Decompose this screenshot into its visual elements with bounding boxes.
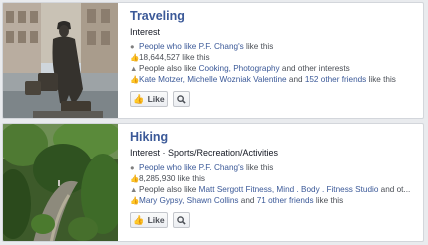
search-icon: [177, 94, 186, 104]
interest-links[interactable]: Matt Sergott Fitness, Mind . Body . Fitn…: [199, 185, 379, 194]
page-title[interactable]: Hiking: [130, 130, 419, 145]
thumb-up-icon: 👍: [133, 93, 145, 104]
interest-links[interactable]: Cooking, Photography: [199, 64, 280, 73]
friends-like-line: 👍Kate Motzer, Michelle Wozniak Valentine…: [130, 75, 396, 84]
traveling-thumbnail[interactable]: [3, 3, 118, 118]
thumb-up-icon: 👍: [130, 196, 140, 205]
people-who-like-link[interactable]: People who like P.F. Chang's: [139, 42, 244, 51]
friend-names-link[interactable]: Mary Gypsy, Shawn Collins: [139, 196, 239, 205]
thumb-up-icon: 👍: [133, 214, 145, 225]
thumb-up-icon: 👍: [130, 75, 140, 84]
like-count-line: 👍8,285,930 like this: [130, 174, 205, 183]
fan-connection-line: ● People who like P.F. Chang's like this: [130, 42, 274, 51]
search-button[interactable]: [173, 212, 190, 228]
also-like-line: ▲ People also like Matt Sergott Fitness, …: [130, 185, 411, 194]
network-icon: ▲: [130, 185, 138, 194]
also-like-line: ▲ People also like Cooking, Photography a…: [130, 64, 350, 73]
people-icon: ●: [130, 163, 135, 172]
other-friends-link[interactable]: 71 other friends: [257, 196, 314, 205]
thumb-up-icon: 👍: [130, 53, 140, 62]
hiking-thumbnail[interactable]: [3, 124, 118, 241]
people-icon: ●: [130, 42, 135, 51]
fan-connection-line: ● People who like P.F. Chang's like this: [130, 163, 274, 172]
category-label: Interest · Sports/Recreation/Activities: [130, 148, 279, 158]
like-count-line: 👍18,644,527 like this: [130, 53, 210, 62]
result-card-hiking: Hiking Interest · Sports/Recreation/Acti…: [2, 123, 424, 242]
search-button[interactable]: [173, 91, 190, 107]
people-who-like-link[interactable]: People who like P.F. Chang's: [139, 163, 244, 172]
category-label: Interest: [130, 27, 161, 37]
page-title[interactable]: Traveling: [130, 9, 419, 24]
search-icon: [177, 215, 186, 225]
like-button[interactable]: 👍 Like: [130, 212, 168, 228]
thumb-up-icon: 👍: [130, 174, 140, 183]
network-icon: ▲: [130, 64, 138, 73]
friend-names-link[interactable]: Kate Motzer, Michelle Wozniak Valentine: [139, 75, 287, 84]
like-button[interactable]: 👍 Like: [130, 91, 168, 107]
result-card-traveling: Traveling Interest ● People who like P.F.…: [2, 2, 424, 119]
friends-like-line: 👍Mary Gypsy, Shawn Collins and 71 other …: [130, 196, 344, 205]
other-friends-link[interactable]: 152 other friends: [305, 75, 366, 84]
